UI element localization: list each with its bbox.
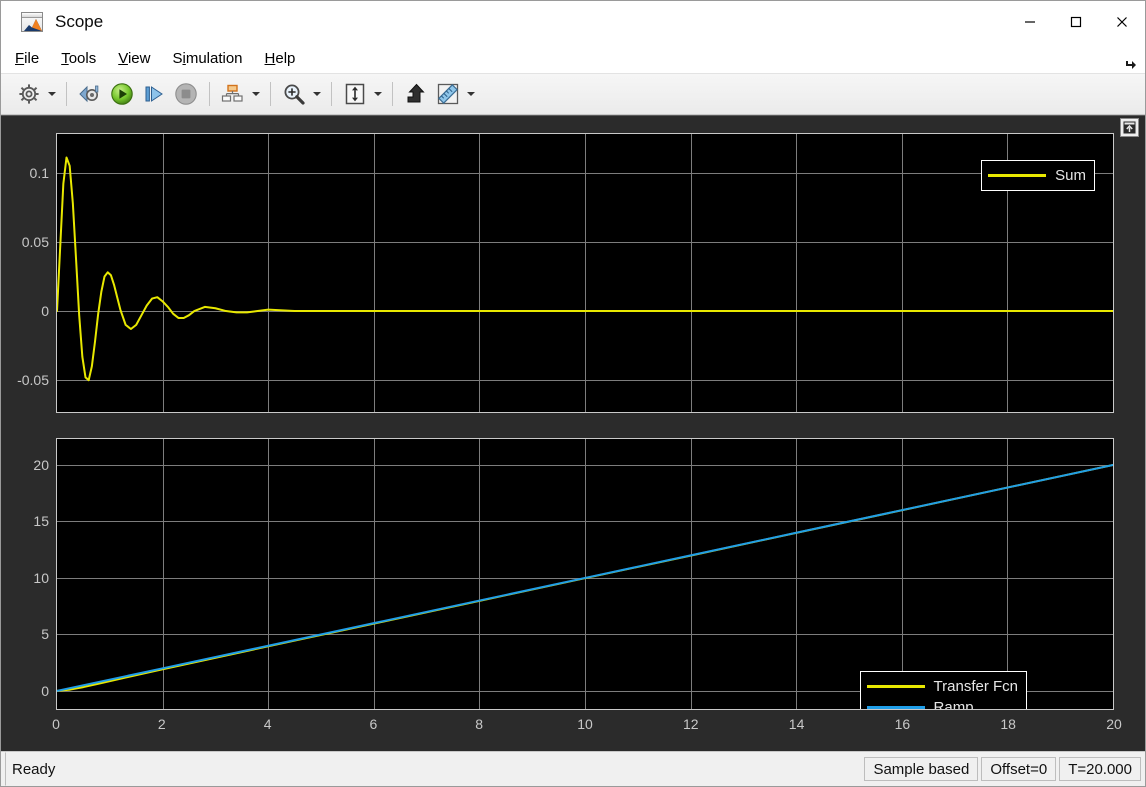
configuration-properties-icon[interactable] [13, 78, 45, 110]
status-sample-mode: Sample based [864, 757, 979, 781]
x-tick-label: 6 [369, 716, 378, 732]
bottom-plot[interactable]: Transfer Fcn Ramp [56, 438, 1114, 710]
legend-entry: Ramp [866, 697, 1018, 710]
toolbar-separator [331, 82, 332, 106]
x-tick-label: 2 [157, 716, 166, 732]
menu-item-file[interactable]: File [15, 50, 39, 67]
x-tick-label: 0 [52, 716, 60, 732]
layout-dropdown-icon[interactable] [249, 80, 263, 108]
x-tick-label: 10 [577, 716, 593, 732]
y-tick-label: 0.1 [29, 164, 49, 181]
legend-swatch-transfer-fcn [866, 685, 925, 688]
y-tick-label: 10 [33, 569, 49, 586]
series-sum [57, 158, 1113, 381]
status-time: T=20.000 [1059, 757, 1141, 781]
scope-plot-area: Sum Transfer Fcn Ramp -0.05 0 0.05 0.1 0… [1, 115, 1145, 751]
top-plot-traces [57, 134, 1113, 412]
x-tick-label: 8 [475, 716, 484, 732]
toolbar-separator [270, 82, 271, 106]
y-tick-label: 15 [33, 513, 49, 530]
scope-window: Scope File Tools View Simulation Help Su… [0, 0, 1146, 787]
menu-bar: File Tools View Simulation Help [1, 43, 1145, 74]
top-plot-y-axis: -0.05 0 0.05 0.1 [1, 133, 49, 413]
close-button[interactable] [1099, 1, 1145, 43]
status-offset: Offset=0 [981, 757, 1057, 781]
menu-item-tools[interactable]: Tools [61, 50, 96, 67]
legend-swatch-sum [988, 174, 1047, 177]
toolbar-separator [392, 82, 393, 106]
autoscale-icon[interactable] [339, 78, 371, 110]
legend-label-ramp: Ramp [933, 699, 974, 710]
measurements-icon[interactable] [432, 78, 464, 110]
minimize-button[interactable] [1007, 1, 1053, 43]
x-tick-label: 4 [263, 716, 272, 732]
zoom-dropdown-icon[interactable] [310, 80, 324, 108]
configuration-properties-dropdown-icon[interactable] [45, 80, 59, 108]
y-tick-label: 0.05 [21, 233, 49, 250]
x-tick-label: 16 [894, 716, 911, 732]
x-tick-label: 18 [1000, 716, 1016, 732]
status-bar: Ready Sample based Offset=0 T=20.000 [1, 751, 1145, 786]
popout-restore-button[interactable] [1120, 118, 1139, 137]
measurements-dropdown-icon[interactable] [464, 80, 478, 108]
highlight-signal-icon[interactable] [400, 78, 432, 110]
status-message: Ready [5, 752, 861, 786]
stop-icon[interactable] [170, 78, 202, 110]
x-tick-label: 12 [683, 716, 699, 732]
legend-entry: Sum [988, 165, 1086, 186]
matlab-scope-icon [21, 12, 43, 32]
legend-swatch-ramp [866, 706, 925, 709]
maximize-button[interactable] [1053, 1, 1099, 43]
zoom-in-icon[interactable] [278, 78, 310, 110]
autoscale-dropdown-icon[interactable] [371, 80, 385, 108]
x-axis: 0 2 4 6 8 10 12 14 16 18 20 [52, 716, 1122, 736]
step-forward-icon[interactable] [138, 78, 170, 110]
run-icon[interactable] [106, 78, 138, 110]
y-tick-label: -0.05 [17, 372, 49, 389]
y-tick-label: 0 [41, 682, 49, 699]
bottom-plot-traces [57, 439, 1113, 709]
y-tick-label: 20 [33, 456, 49, 473]
layout-icon[interactable] [217, 78, 249, 110]
y-tick-label: 5 [41, 626, 49, 643]
top-plot-legend[interactable]: Sum [981, 160, 1095, 191]
x-tick-label: 20 [1106, 716, 1122, 732]
legend-entry: Transfer Fcn [866, 676, 1018, 697]
menu-expand-arrow-icon[interactable] [1123, 57, 1137, 71]
toolbar [1, 74, 1145, 115]
legend-label-sum: Sum [1055, 167, 1086, 184]
x-tick-label: 14 [788, 716, 805, 732]
window-controls [1007, 1, 1145, 43]
top-plot[interactable]: Sum [56, 133, 1114, 413]
y-tick-label: 0 [41, 303, 49, 320]
simulink-model-icon[interactable] [74, 78, 106, 110]
title-bar: Scope [1, 1, 1145, 43]
menu-item-simulation[interactable]: Simulation [172, 50, 242, 67]
legend-label-transfer-fcn: Transfer Fcn [933, 678, 1018, 695]
menu-item-help[interactable]: Help [265, 50, 296, 67]
window-title: Scope [55, 12, 104, 31]
toolbar-separator [66, 82, 67, 106]
bottom-plot-y-axis: 0 5 10 15 20 [1, 438, 49, 710]
menu-item-view[interactable]: View [118, 50, 150, 67]
toolbar-separator [209, 82, 210, 106]
bottom-plot-legend[interactable]: Transfer Fcn Ramp [859, 671, 1027, 710]
series-ramp [57, 465, 1113, 691]
